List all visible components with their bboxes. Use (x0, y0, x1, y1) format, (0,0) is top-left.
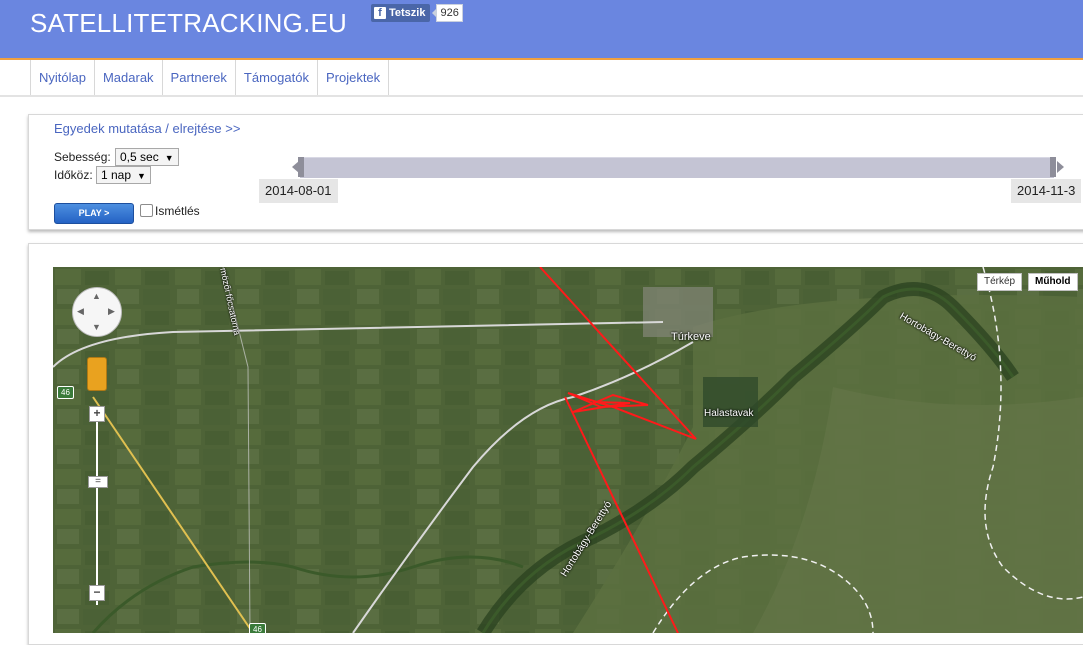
timeline-end-handle[interactable] (1050, 157, 1056, 177)
pan-down-icon[interactable]: ▼ (92, 322, 101, 332)
slider-end-arrow-icon (1057, 161, 1064, 173)
speed-select[interactable]: 0,5 sec ▼ (115, 148, 179, 166)
nav-item-projects[interactable]: Projektek (316, 60, 390, 95)
speed-select-value: 0,5 sec (120, 150, 159, 164)
pan-right-icon[interactable]: ▶ (108, 306, 115, 317)
pan-left-icon[interactable]: ◀ (77, 306, 84, 317)
town-label: Túrkeve (671, 331, 711, 343)
road-number-badge: 46 (57, 386, 74, 399)
site-title[interactable]: SATELLITETRACKING.EU (30, 8, 347, 39)
end-date-label: 2014-11-3 (1011, 179, 1082, 203)
repeat-label: Ismétlés (155, 204, 200, 218)
repeat-checkbox[interactable] (140, 204, 153, 217)
zoom-out-button[interactable]: − (89, 585, 105, 601)
map-type-map-button[interactable]: Térkép (977, 273, 1023, 291)
facebook-like-label: Tetszik (389, 7, 426, 19)
chevron-down-icon: ▼ (164, 153, 174, 163)
pan-control[interactable]: ▲ ▼ ◀ ▶ (72, 287, 122, 337)
nav-item-supporters[interactable]: Támogatók (234, 60, 317, 95)
facebook-like-count: 926 (432, 4, 463, 22)
site-header: SATELLITETRACKING.EU f Tetszik 926 (0, 0, 1083, 60)
playback-control-panel: Egyedek mutatása / elrejtése >> Sebesség… (28, 114, 1083, 230)
speed-label: Sebesség: (54, 150, 111, 164)
start-date-label: 2014-08-01 (259, 179, 338, 203)
timeline-start-handle[interactable] (298, 157, 304, 177)
zoom-in-button[interactable]: + (89, 406, 105, 422)
street-view-pegman-icon[interactable] (87, 357, 107, 391)
timeline-slider-track[interactable] (300, 157, 1054, 178)
ponds-label: Halastavak (704, 408, 754, 419)
map-type-satellite-button[interactable]: Műhold (1028, 273, 1078, 291)
facebook-icon: f (374, 7, 386, 19)
interval-label: Időköz: (54, 168, 93, 182)
pan-up-icon[interactable]: ▲ (92, 291, 101, 301)
main-nav: Nyitólap Madarak Partnerek Támogatók Pro… (0, 60, 1083, 97)
interval-select[interactable]: 1 nap ▼ (96, 166, 151, 184)
facebook-like-widget: f Tetszik 926 (371, 4, 463, 22)
facebook-like-button[interactable]: f Tetszik (371, 4, 431, 22)
nav-item-home[interactable]: Nyitólap (30, 60, 94, 95)
road-number-badge: 46 (249, 623, 266, 633)
interval-select-value: 1 nap (101, 168, 132, 182)
chevron-down-icon: ▼ (137, 171, 146, 181)
zoom-slider-knob[interactable]: = (88, 476, 108, 488)
nav-item-partners[interactable]: Partnerek (161, 60, 235, 95)
play-button[interactable]: PLAY > (54, 203, 134, 224)
satellite-map[interactable]: Térkép Műhold ▲ ▼ ◀ ▶ + = − 46 46 Túrkev… (53, 267, 1083, 633)
zoom-slider-track[interactable] (96, 409, 98, 605)
nav-item-birds[interactable]: Madarak (93, 60, 162, 95)
toggle-individuals-link[interactable]: Egyedek mutatása / elrejtése >> (54, 121, 240, 136)
